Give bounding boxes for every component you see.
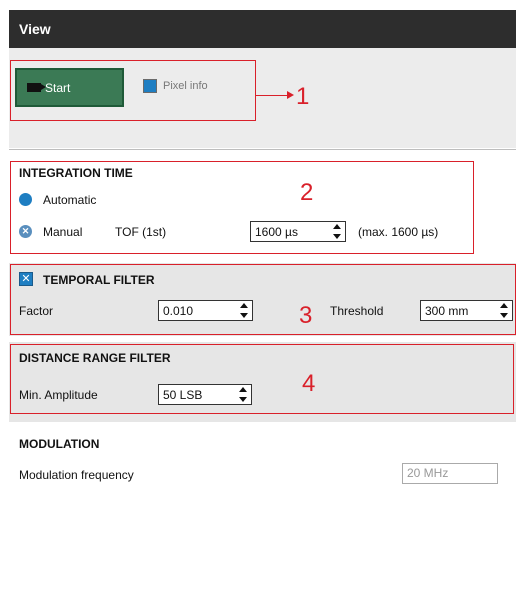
max-label: (max. 1600 µs)	[358, 225, 439, 239]
modulation-frequency-field: 20 MHz	[402, 463, 498, 484]
start-label: Start	[45, 80, 71, 95]
threshold-value: 300 mm	[425, 303, 469, 318]
min-amplitude-value: 50 LSB	[163, 387, 203, 402]
spinner-arrows-icon[interactable]	[239, 387, 247, 402]
annotation-number-3: 3	[299, 302, 313, 329]
annotation-arrowhead-1	[287, 91, 294, 99]
integration-time-title: INTEGRATION TIME	[19, 166, 133, 180]
checkbox-icon	[143, 79, 157, 93]
camera-icon	[27, 83, 46, 92]
manual-radio[interactable]: ✕	[19, 225, 32, 238]
spinner-arrows-icon[interactable]	[240, 303, 248, 318]
annotation-arrow-1	[256, 95, 288, 96]
divider	[9, 149, 516, 150]
panel-header: View	[9, 10, 516, 48]
spinner-arrows-icon[interactable]	[333, 224, 341, 239]
modulation-frequency-label: Modulation frequency	[19, 468, 134, 482]
temporal-filter-title: TEMPORAL FILTER	[43, 273, 155, 287]
distance-range-filter-title: DISTANCE RANGE FILTER	[19, 351, 171, 365]
temporal-filter-checkbox[interactable]: ✕	[19, 272, 33, 286]
manual-label: Manual	[43, 225, 83, 239]
min-amplitude-spinner[interactable]: 50 LSB	[158, 384, 252, 405]
threshold-label: Threshold	[330, 304, 384, 318]
integration-time-spinner[interactable]: 1600 µs	[250, 221, 346, 242]
spinner-arrows-icon[interactable]	[500, 303, 508, 318]
modulation-title: MODULATION	[19, 437, 100, 451]
pixel-info-checkbox[interactable]: Pixel info	[143, 79, 208, 93]
factor-value: 0.010	[163, 303, 194, 318]
threshold-spinner[interactable]: 300 mm	[420, 300, 513, 321]
tof-label: TOF (1st)	[115, 225, 167, 239]
automatic-label: Automatic	[43, 193, 97, 207]
annotation-number-4: 4	[302, 370, 316, 397]
min-amplitude-label: Min. Amplitude	[19, 388, 98, 402]
annotation-number-1: 1	[296, 83, 310, 110]
panel-title: View	[19, 21, 51, 37]
start-button[interactable]: Start	[15, 68, 124, 107]
pixel-info-label: Pixel info	[163, 80, 208, 92]
automatic-radio[interactable]	[19, 193, 32, 206]
annotation-number-2: 2	[300, 179, 314, 206]
factor-label: Factor	[19, 304, 54, 318]
integration-time-value: 1600 µs	[255, 224, 298, 239]
factor-spinner[interactable]: 0.010	[158, 300, 253, 321]
